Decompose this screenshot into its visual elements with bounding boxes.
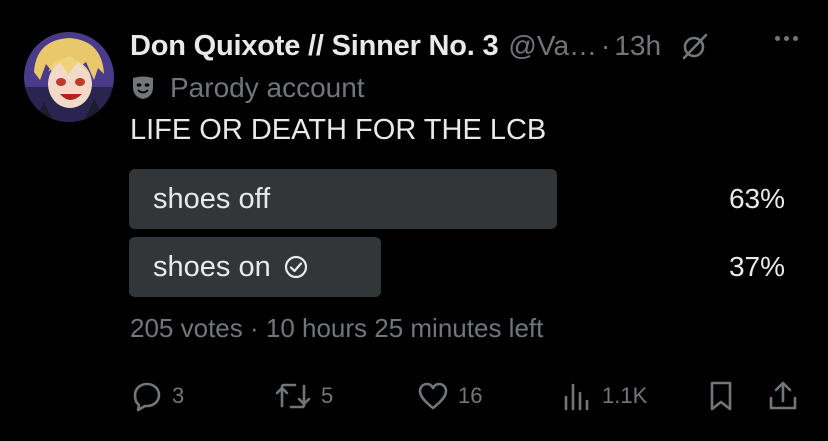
repost-icon (275, 383, 311, 409)
like-button[interactable]: 16 (416, 376, 482, 416)
parody-account-text: Parody account (170, 72, 365, 103)
tweet-text: LIFE OR DEATH FOR THE LCB (130, 114, 547, 146)
reply-icon (133, 382, 161, 412)
theater-mask-icon (130, 75, 156, 101)
views-icon (564, 383, 589, 411)
user-handle[interactable]: @Va… (508, 30, 597, 62)
avatar-image (24, 32, 114, 122)
poll-option-text: shoes on (153, 250, 271, 283)
tweet-header: Don Quixote // Sinner No. 3 @Va… · 13h (130, 24, 812, 68)
parody-label: Parody account (130, 70, 365, 106)
share-icon (769, 381, 797, 410)
timestamp[interactable]: 13h (614, 30, 661, 62)
views-count: 1.1K (602, 383, 648, 408)
action-bar: 3 5 16 1.1K (130, 376, 810, 416)
repost-button[interactable]: 5 (273, 376, 333, 416)
avatar[interactable] (24, 32, 114, 122)
check-circle-icon (283, 254, 309, 280)
bookmark-icon (710, 381, 732, 411)
views-button[interactable]: 1.1K (560, 376, 647, 416)
poll-meta: 205 votes · 10 hours 25 minutes left (130, 313, 544, 343)
separator-dot: · (601, 30, 611, 61)
poll-option-label: shoes on (153, 237, 309, 297)
poll-option-label: shoes off (153, 169, 270, 229)
heart-icon (418, 382, 448, 410)
poll-option-percent: 63% (728, 183, 785, 214)
poll-option-percent: 37% (728, 251, 785, 282)
more-options-icon[interactable] (775, 36, 798, 41)
poll-option: shoes off 63% (129, 169, 789, 229)
repost-count: 5 (321, 383, 334, 408)
like-count: 16 (458, 383, 483, 408)
poll-option: shoes on 37% (129, 237, 789, 297)
poll-option-text: shoes off (153, 182, 271, 215)
bookmark-button[interactable] (704, 376, 738, 416)
share-button[interactable] (766, 376, 800, 416)
display-name[interactable]: Don Quixote // Sinner No. 3 (130, 30, 499, 63)
grok-icon[interactable] (679, 30, 711, 62)
reply-button[interactable]: 3 (130, 376, 184, 416)
reply-count: 3 (172, 383, 185, 408)
